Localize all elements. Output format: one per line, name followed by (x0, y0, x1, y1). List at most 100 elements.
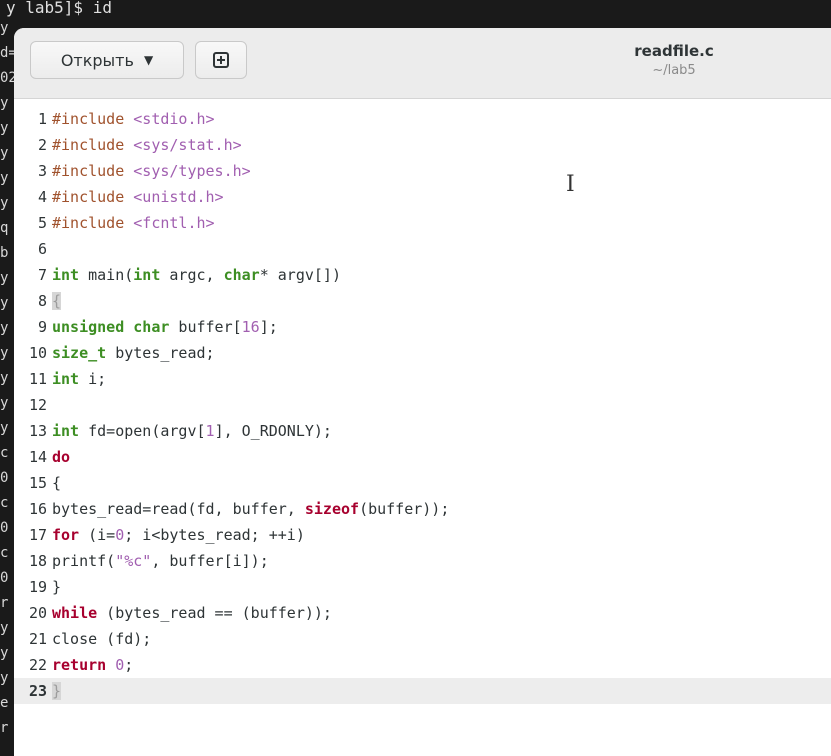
line-text: bytes_read=read(fd, buffer, sizeof(buffe… (52, 500, 450, 518)
code-line[interactable]: 14 do (14, 444, 831, 470)
line-number: 7 (37, 266, 47, 284)
line-text: #include <unistd.h> (52, 188, 224, 206)
line-text: } (52, 682, 62, 700)
code-line[interactable]: 20 while (bytes_read == (buffer)); (14, 600, 831, 626)
line-number: 17 (28, 526, 47, 544)
line-text: unsigned char buffer[16]; (52, 318, 278, 336)
line-number: 4 (37, 188, 47, 206)
code-line[interactable]: 9 unsigned char buffer[16]; (14, 314, 831, 340)
line-number: 18 (28, 552, 47, 570)
code-line[interactable]: 19} (14, 574, 831, 600)
line-text: { (52, 474, 62, 492)
terminal-glyph: 0 (0, 570, 9, 586)
code-lines: 1 #include <stdio.h> 2 #include <sys/stat.h… (14, 106, 831, 704)
text-editor-window: Открыть ▼ readfile.c ~/lab5 1 #include <s… (14, 28, 831, 756)
line-number: 12 (28, 396, 47, 414)
terminal-glyph: y (0, 345, 9, 361)
line-number: 9 (37, 318, 47, 336)
window-subtitle: ~/lab5 (652, 63, 696, 78)
terminal-glyph: y (0, 370, 9, 386)
code-line[interactable]: 18 printf("%c", buffer[i]); (14, 548, 831, 574)
code-line[interactable]: 6 (14, 236, 831, 262)
code-line[interactable]: 22 return 0; (14, 652, 831, 678)
line-number: 19 (28, 578, 47, 596)
terminal-left-edge: y d= 02 y y y y y q b y y y y y y y c 0 c 0 c 0 r y y y e r (0, 20, 14, 756)
line-number: 22 (28, 656, 47, 674)
line-text: int main(int argc, char* argv[]) (52, 266, 341, 284)
line-text: { (52, 292, 62, 310)
i-beam-cursor-icon: I (566, 172, 575, 197)
code-editor-area[interactable]: 1 #include <stdio.h> 2 #include <sys/stat.h… (14, 99, 831, 756)
line-number: 6 (37, 240, 47, 258)
terminal-glyph: 02 (0, 70, 14, 86)
header-bar: Открыть ▼ readfile.c ~/lab5 (14, 28, 831, 99)
line-number: 15 (28, 474, 47, 492)
line-text: #include <sys/types.h> (52, 162, 251, 180)
line-text: do (52, 448, 71, 466)
line-number: 10 (28, 344, 47, 362)
code-line[interactable]: 15 { (14, 470, 831, 496)
code-line[interactable]: 7 int main(int argc, char* argv[]) (14, 262, 831, 288)
code-line[interactable]: 11 int i; (14, 366, 831, 392)
line-number: 23 (28, 682, 47, 700)
terminal-glyph: y (0, 195, 9, 211)
line-text: int i; (52, 370, 107, 388)
terminal-glyph: c (0, 545, 9, 561)
code-line[interactable]: 12 (14, 392, 831, 418)
terminal-glyph: y (0, 395, 9, 411)
code-line[interactable]: 13 int fd=open(argv[1], O_RDONLY); (14, 418, 831, 444)
window-title: readfile.c (634, 42, 714, 60)
chevron-down-icon: ▼ (143, 53, 154, 67)
code-line[interactable]: 8{ (14, 288, 831, 314)
code-line[interactable]: 23} (14, 678, 831, 704)
line-number: 5 (37, 214, 47, 232)
terminal-glyph: y (0, 645, 9, 661)
terminal-glyph: y (0, 295, 9, 311)
open-button[interactable]: Открыть ▼ (30, 41, 184, 79)
line-text: close (fd); (52, 630, 152, 648)
terminal-glyph: 0 (0, 520, 9, 536)
line-number: 16 (28, 500, 47, 518)
line-text (47, 236, 52, 262)
code-line[interactable]: 16 bytes_read=read(fd, buffer, sizeof(buf… (14, 496, 831, 522)
line-number: 20 (28, 604, 47, 622)
line-text: printf("%c", buffer[i]); (52, 552, 269, 570)
code-line[interactable]: 10 size_t bytes_read; (14, 340, 831, 366)
terminal-glyph: y (0, 170, 9, 186)
line-number: 13 (28, 422, 47, 440)
title-block: readfile.c ~/lab5 (574, 42, 774, 78)
code-line[interactable]: 5 #include <fcntl.h> (14, 210, 831, 236)
line-text: while (bytes_read == (buffer)); (52, 604, 332, 622)
code-line[interactable]: 21 close (fd); (14, 626, 831, 652)
terminal-glyph: y (0, 20, 9, 36)
terminal-glyph: y (0, 620, 9, 636)
document-new-icon (213, 52, 229, 68)
terminal-glyph: y (0, 120, 9, 136)
terminal-glyph: e (0, 695, 9, 711)
terminal-glyph: b (0, 245, 9, 261)
code-line[interactable]: 17 for (i=0; i<bytes_read; ++i) (14, 522, 831, 548)
terminal-glyph: r (0, 595, 9, 611)
line-number: 11 (28, 370, 47, 388)
terminal-glyph: d= (0, 45, 14, 61)
terminal-glyph: y (0, 320, 9, 336)
terminal-glyph: y (0, 670, 9, 686)
line-text: return 0; (52, 656, 134, 674)
terminal-glyph: y (0, 420, 9, 436)
line-text: for (i=0; i<bytes_read; ++i) (52, 526, 305, 544)
line-number: 2 (37, 136, 47, 154)
terminal-glyph: y (0, 95, 9, 111)
new-document-button[interactable] (195, 41, 247, 79)
terminal-glyph: y (0, 270, 9, 286)
code-line[interactable]: 1 #include <stdio.h> (14, 106, 831, 132)
terminal-glyph: r (0, 720, 9, 736)
code-line[interactable]: 2 #include <sys/stat.h> (14, 132, 831, 158)
line-text: #include <stdio.h> (52, 110, 215, 128)
open-button-label: Открыть (60, 50, 134, 70)
terminal-glyph: q (0, 220, 9, 236)
line-number: 8 (37, 292, 47, 310)
code-line[interactable]: 4 #include <unistd.h> (14, 184, 831, 210)
line-number: 14 (28, 448, 47, 466)
code-line[interactable]: 3 #include <sys/types.h> (14, 158, 831, 184)
line-number: 3 (37, 162, 47, 180)
